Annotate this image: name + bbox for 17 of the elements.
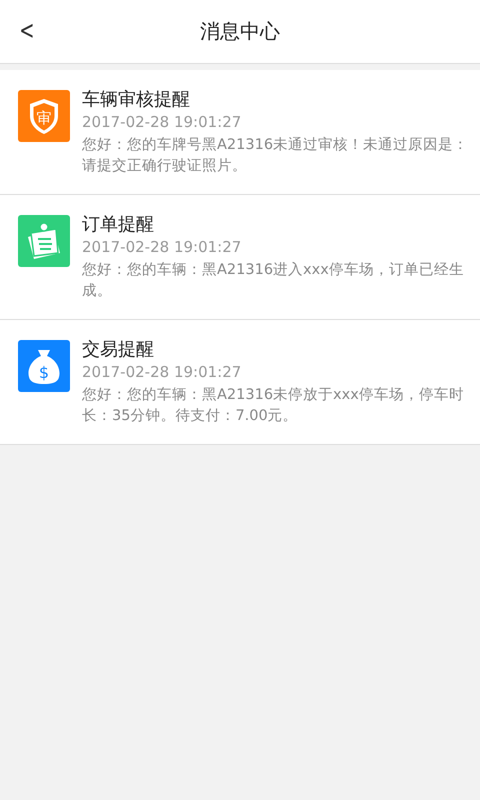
message-title: 交易提醒 xyxy=(82,340,155,360)
message-item[interactable]: $ 交易提醒 2017-02-28 19:01:27 您好：您的车辆：黑A21316未停放于xxx停车场，停车时长：35分钟。待支付：7.00元。 xyxy=(0,320,480,445)
shield-icon: 审 xyxy=(18,90,70,142)
message-item[interactable]: 审 车辆审核提醒 2017-02-28 19:01:27 您好：您的车牌号黑A21316未通过审核！未通过原因是：请提交正确行驶证照片。 xyxy=(0,70,480,195)
page-title: 消息中心 xyxy=(200,18,280,45)
money-bag-icon: $ xyxy=(18,340,70,392)
message-title: 车辆审核提醒 xyxy=(82,90,191,110)
message-time: 2017-02-28 19:01:27 xyxy=(82,237,242,257)
message-item[interactable]: 订单提醒 2017-02-28 19:01:27 您好：您的车辆：黑A21316进入xxx停车场，订单已经生成。 xyxy=(0,195,480,320)
message-time: 2017-02-28 19:01:27 xyxy=(82,112,242,132)
message-body: 您好：您的车辆：黑A21316未停放于xxx停车场，停车时长：35分钟。待支付：7.00元。 xyxy=(82,386,465,426)
message-title: 订单提醒 xyxy=(82,215,155,235)
note-icon xyxy=(18,215,70,267)
back-button[interactable]: < xyxy=(15,14,39,48)
message-time: 2017-02-28 19:01:27 xyxy=(82,362,242,382)
message-body: 您好：您的车牌号黑A21316未通过审核！未通过原因是：请提交正确行驶证照片。 xyxy=(82,136,470,176)
message-body: 您好：您的车辆：黑A21316进入xxx停车场，订单已经生成。 xyxy=(82,261,465,301)
